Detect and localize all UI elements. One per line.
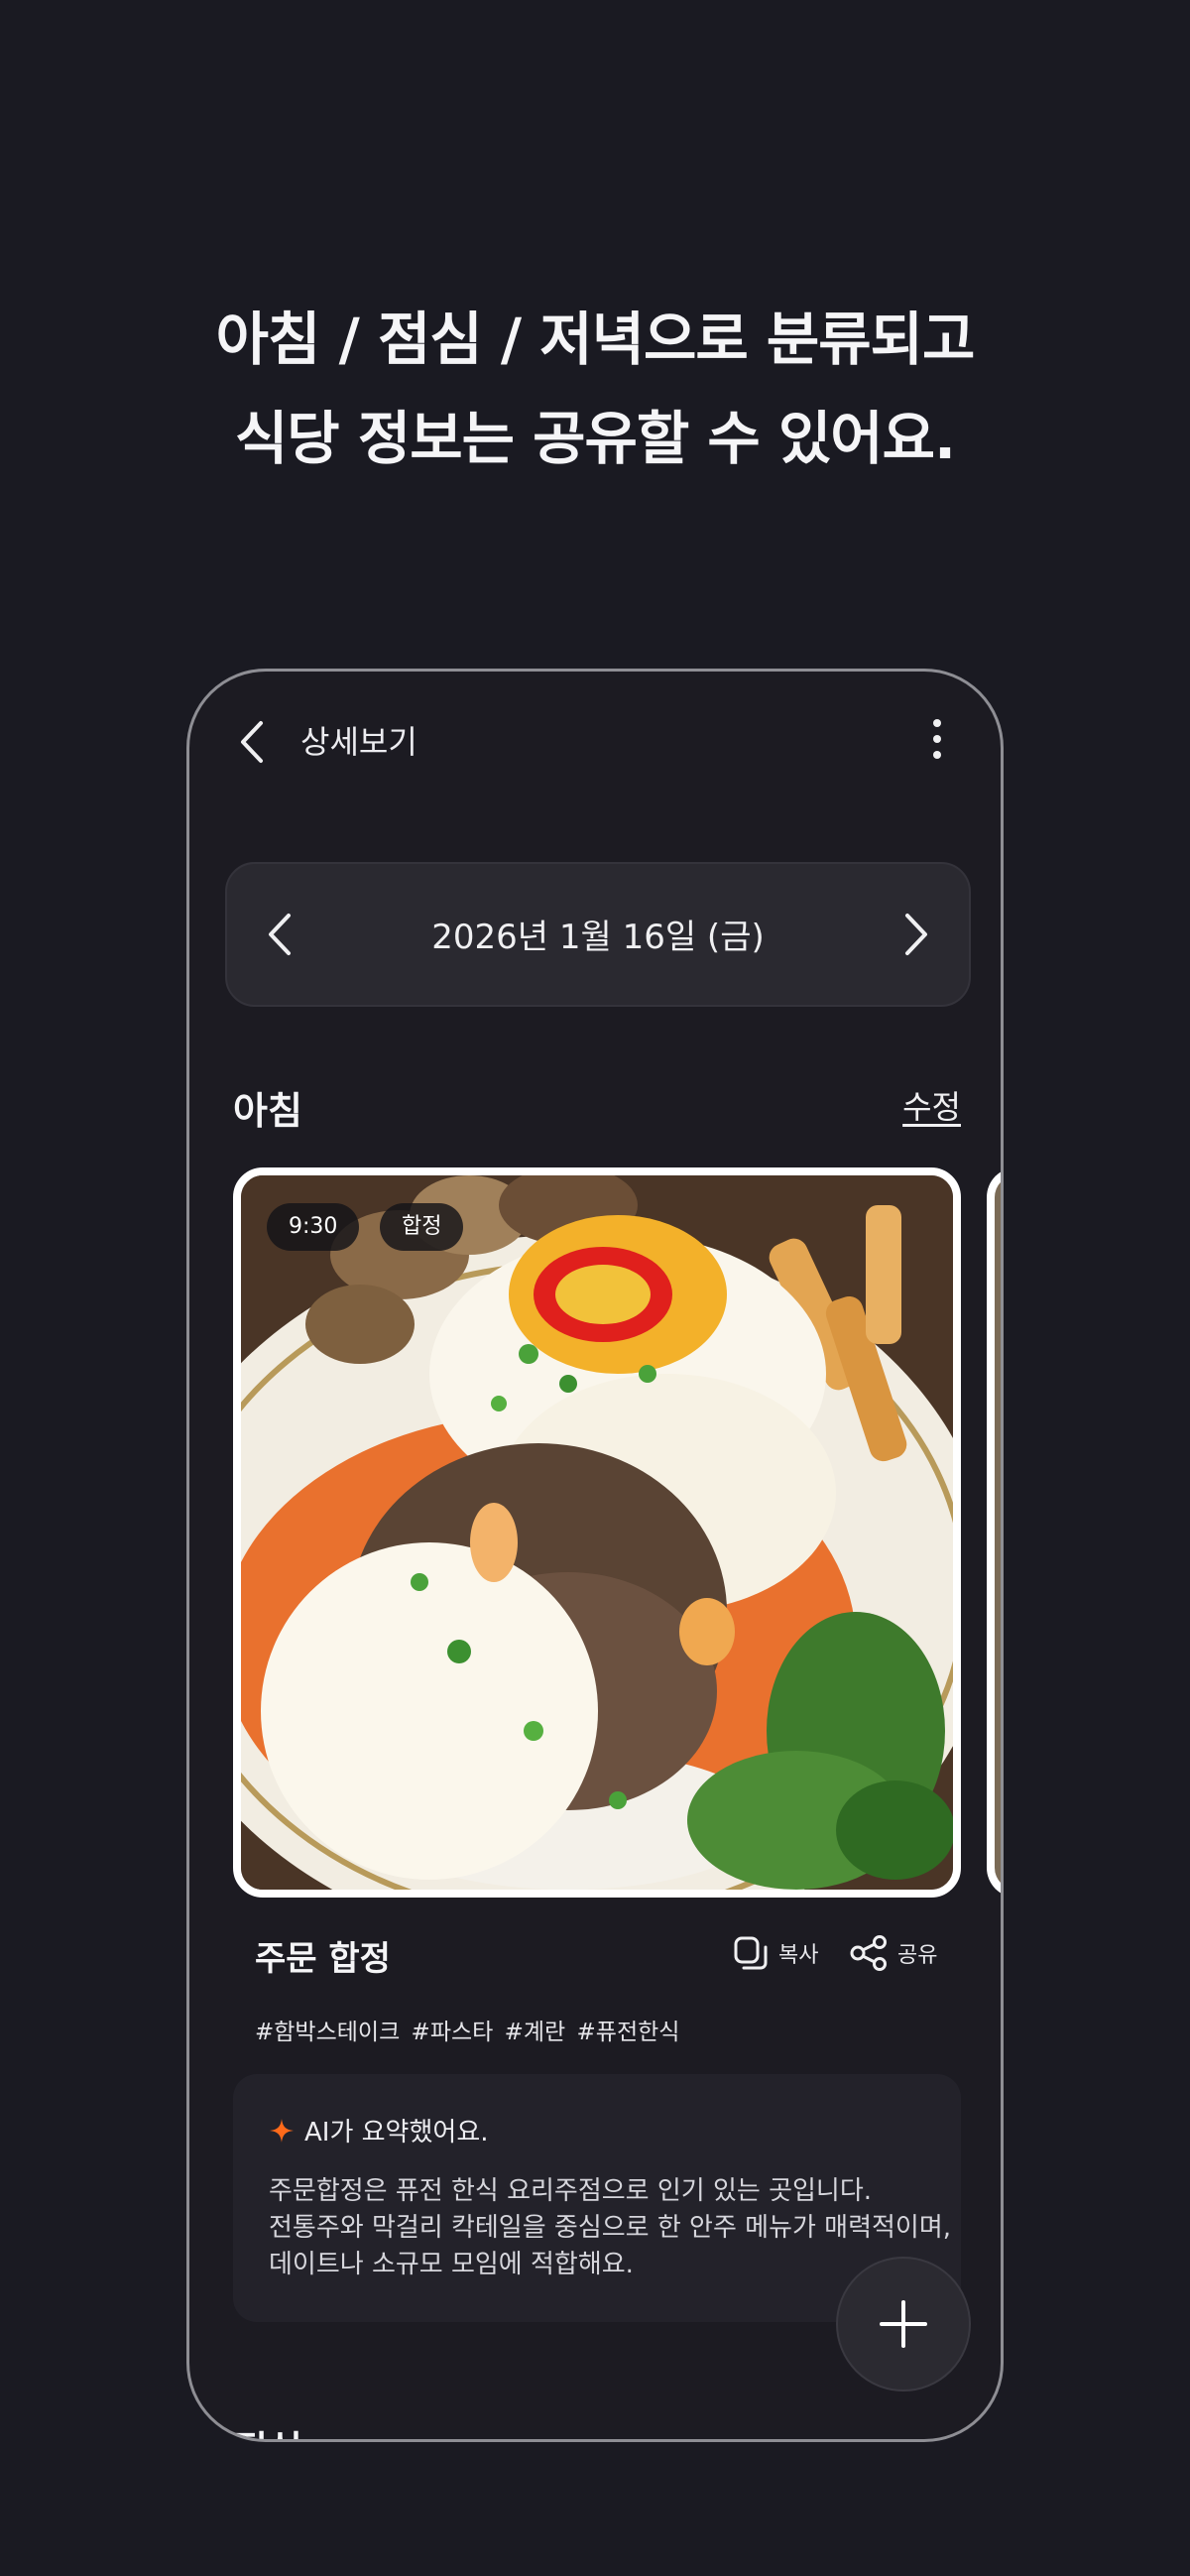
share-icon <box>850 1935 887 1971</box>
ai-summary-line: 주문합정은 퓨전 한식 요리주점으로 인기 있는 곳입니다. <box>269 2176 873 2206</box>
next-photo-card-peek[interactable] <box>987 1167 1001 1898</box>
add-meal-button[interactable] <box>836 2257 971 2392</box>
headline-line-2: 식당 정보는 공유할 수 있어요. <box>234 405 956 472</box>
meal-section-title: 아침 <box>233 1089 302 1133</box>
copy-label: 복사 <box>778 1943 819 1968</box>
meal-photo-card[interactable]: 9:30 합정 <box>233 1167 961 1898</box>
plus-icon <box>880 2300 927 2348</box>
copy-button[interactable]: 복사 <box>733 1931 818 1975</box>
headline-line-1: 아침 / 점심 / 저녁으로 분류되고 <box>215 306 976 373</box>
meal-photo <box>241 1175 953 1890</box>
lunch-section-title: 점심 <box>233 2419 302 2439</box>
page-title: 상세보기 <box>300 723 417 761</box>
more-vertical-icon[interactable] <box>929 717 945 761</box>
edit-button[interactable]: 수정 <box>902 1082 961 1128</box>
location-badge: 합정 <box>380 1203 464 1251</box>
ai-summary-title: AI가 요약했어요. <box>304 2118 489 2147</box>
app-bar: 상세보기 <box>189 672 1001 800</box>
copy-icon <box>734 1936 768 1970</box>
ai-summary-line: 전통주와 막걸리 칵테일을 중심으로 한 안주 메뉴가 매력적이며, <box>269 2213 952 2243</box>
restaurant-name: 주문 합정 <box>255 1939 391 1979</box>
phone-frame: 상세보기 2026년 1월 16일 (금) 아침 수정 9:30 합정 주문 합… <box>186 669 1004 2442</box>
share-button[interactable]: 공유 <box>850 1931 937 1975</box>
hashtag-list: #함박스테이크 #파스타 #계란 #퓨전한식 <box>255 2020 680 2045</box>
promo-headline: 아침 / 점심 / 저녁으로 분류되고 식당 정보는 공유할 수 있어요. <box>0 290 1190 488</box>
time-badge: 9:30 <box>267 1203 360 1251</box>
ai-summary-header: AI가 요약했어요. <box>269 2112 489 2148</box>
ai-summary-line: 데이트나 소규모 모임에 적합해요. <box>269 2250 634 2279</box>
share-label: 공유 <box>897 1943 938 1968</box>
sparkle-icon <box>270 2118 294 2143</box>
ai-summary-text: 주문합정은 퓨전 한식 요리주점으로 인기 있는 곳입니다. 전통주와 막걸리 … <box>269 2173 952 2283</box>
date-navigator: 2026년 1월 16일 (금) <box>225 862 971 1007</box>
selected-date: 2026년 1월 16일 (금) <box>431 918 765 957</box>
chevron-right-icon[interactable] <box>901 912 931 957</box>
chevron-left-icon[interactable] <box>237 719 267 765</box>
